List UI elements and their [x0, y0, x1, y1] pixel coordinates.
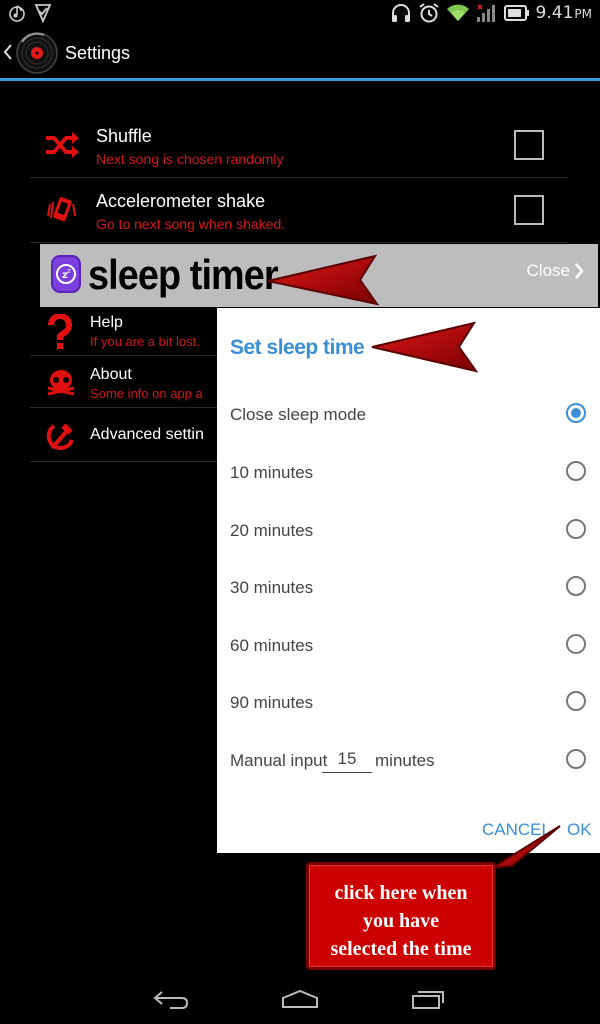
svg-text:z: z	[67, 267, 71, 275]
shuffle-checkbox[interactable]	[514, 130, 544, 160]
setting-title: About	[90, 366, 132, 383]
phone-shake-icon	[44, 194, 80, 233]
alarm-icon	[418, 2, 440, 24]
option-label: 10 minutes	[230, 463, 314, 482]
option-90-minutes[interactable]: 90 minutes	[217, 684, 600, 724]
manual-unit-label: minutes	[375, 751, 435, 770]
home-icon[interactable]	[280, 988, 320, 1013]
setting-title: sleep timer	[88, 251, 279, 298]
radio-button[interactable]	[566, 749, 586, 769]
recent-apps-icon[interactable]	[410, 988, 446, 1013]
back-icon[interactable]	[152, 988, 190, 1013]
option-label: Close sleep mode	[230, 405, 367, 424]
radio-button[interactable]	[566, 461, 586, 481]
setting-title: Advanced settin	[90, 426, 204, 443]
music-note-icon	[8, 3, 26, 23]
instruction-callout: click here when you have selected the ti…	[306, 862, 496, 970]
sleep-timer-icon: zz	[51, 254, 81, 299]
option-30-minutes[interactable]: 30 minutes	[217, 569, 600, 609]
option-20-minutes[interactable]: 20 minutes	[217, 512, 600, 552]
clock: 9.41PM	[536, 3, 592, 23]
question-mark-icon	[46, 312, 74, 355]
sleep-timer-state: Close	[526, 261, 570, 280]
signal-icon	[476, 3, 498, 23]
setting-sleep-timer[interactable]: zz sleep timer Close	[40, 244, 598, 307]
radio-button[interactable]	[566, 403, 586, 423]
radio-button[interactable]	[566, 691, 586, 711]
manual-minutes-input[interactable]	[322, 745, 372, 773]
clock-time: 9.41	[535, 3, 574, 23]
accelerometer-checkbox[interactable]	[514, 195, 544, 225]
setting-title: Help	[90, 314, 123, 331]
status-bar: 9.41PM	[0, 0, 600, 28]
option-10-minutes[interactable]: 10 minutes	[217, 454, 600, 494]
option-60-minutes[interactable]: 60 minutes	[217, 627, 600, 667]
option-label: Manual input	[230, 751, 328, 770]
setting-subtitle: Some info on app a	[90, 386, 203, 401]
option-manual-input[interactable]: Manual input minutes	[217, 742, 600, 782]
ok-button[interactable]: OK	[567, 820, 592, 840]
skull-icon	[46, 368, 76, 403]
radio-button[interactable]	[566, 576, 586, 596]
option-close-sleep-mode[interactable]: Close sleep mode	[217, 396, 600, 436]
option-label: 30 minutes	[230, 578, 314, 597]
setting-subtitle: If you are a bit lost.	[90, 334, 200, 349]
vinyl-record-icon[interactable]	[14, 30, 60, 81]
option-label: 60 minutes	[230, 636, 314, 655]
back-chevron-icon[interactable]	[3, 43, 13, 66]
action-bar-divider	[0, 78, 600, 81]
clock-ampm: PM	[574, 7, 592, 21]
page-title: Settings	[65, 43, 131, 63]
chevron-right-icon	[574, 262, 584, 285]
headphones-icon	[390, 3, 412, 23]
setting-accelerometer-shake[interactable]: Accelerometer shake Go to next song when…	[30, 178, 568, 243]
setting-subtitle: Next song is chosen randomly	[96, 151, 284, 167]
wifi-icon	[446, 3, 470, 23]
action-bar: Settings	[0, 28, 600, 78]
dialog-title: Set sleep time	[230, 336, 365, 359]
sleep-time-dialog: Set sleep time Close sleep mode 10 minut…	[217, 308, 600, 853]
shuffle-icon	[44, 130, 80, 165]
radio-button[interactable]	[566, 634, 586, 654]
hammer-sickle-icon	[46, 422, 76, 457]
callout-text: click here when you have selected the ti…	[309, 879, 493, 963]
cancel-button[interactable]: CANCEL	[482, 820, 551, 840]
callout-line: selected the time	[330, 938, 472, 960]
setting-title: Shuffle	[96, 126, 152, 146]
radio-button[interactable]	[566, 519, 586, 539]
option-label: 20 minutes	[230, 521, 314, 540]
setting-title: Accelerometer shake	[96, 191, 266, 211]
option-label: 90 minutes	[230, 693, 314, 712]
setting-subtitle: Go to next song when shaked.	[96, 216, 286, 232]
callout-line: you have	[362, 910, 440, 932]
callout-line: click here when	[334, 882, 468, 904]
check-shield-icon	[34, 3, 52, 23]
navigation-bar	[0, 976, 600, 1024]
battery-icon	[503, 5, 530, 21]
setting-shuffle[interactable]: Shuffle Next song is chosen randomly	[30, 112, 568, 178]
